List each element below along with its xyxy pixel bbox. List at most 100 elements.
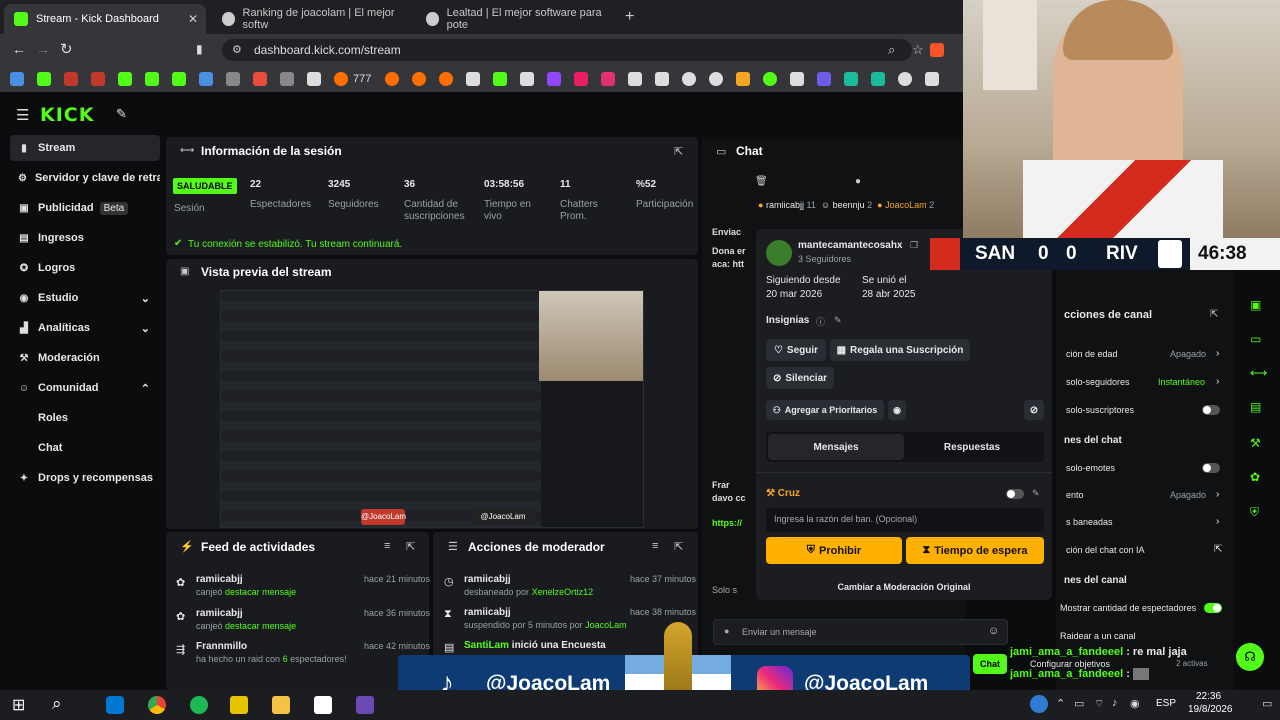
top-user[interactable]: beennju: [833, 200, 865, 210]
app-tray-icon[interactable]: [1030, 695, 1048, 713]
kick-logo[interactable]: KICK: [40, 104, 94, 126]
chrome-icon[interactable]: [148, 696, 166, 714]
tab-replies[interactable]: Respuestas: [904, 434, 1040, 460]
windows-start-icon[interactable]: ⊞: [12, 695, 25, 715]
close-icon[interactable]: ✕: [188, 12, 198, 26]
toolbar-icon[interactable]: ▤: [1250, 400, 1261, 414]
brave-icon[interactable]: [930, 43, 944, 57]
viewer-count-toggle[interactable]: [1204, 603, 1222, 613]
site-info-icon[interactable]: ⚙: [232, 43, 242, 56]
trash-icon[interactable]: 🗑: [755, 176, 768, 187]
popout-icon[interactable]: ⇱: [406, 540, 415, 553]
sidebar-item-drops[interactable]: ✦ Drops y recompensas: [10, 465, 160, 491]
app-icon[interactable]: [356, 696, 374, 714]
tab-stream[interactable]: Stream - Kick Dashboard ✕: [4, 4, 206, 34]
subs-only-toggle[interactable]: [1202, 405, 1220, 415]
capcut-icon[interactable]: [314, 696, 332, 714]
mod-user[interactable]: SantiLam: [464, 640, 509, 651]
copy-icon[interactable]: ❐: [910, 240, 918, 251]
prohibit-button[interactable]: ⛨ Prohibir: [766, 537, 902, 564]
popout-icon[interactable]: ⇱: [674, 145, 683, 158]
chevron-up-icon[interactable]: ⌃: [1056, 697, 1065, 710]
zoom-icon[interactable]: ⌕: [888, 42, 895, 58]
toolbar-icon[interactable]: ⟷: [1250, 366, 1267, 380]
bookmark-icon[interactable]: ▮: [196, 42, 203, 56]
sidebar-item-stream[interactable]: ▮ Stream: [10, 135, 160, 161]
usercard-name[interactable]: mantecamantecosahx: [798, 240, 903, 251]
stream-preview[interactable]: @JoacoLam @JoacoLam: [220, 290, 644, 528]
feed-user[interactable]: Frannmillo: [196, 641, 247, 652]
help-icon[interactable]: ☊: [1236, 643, 1264, 671]
sidebar-item-community[interactable]: ☺ Comunidad ⌃: [10, 375, 160, 401]
chevron-right-icon[interactable]: ›: [1216, 516, 1219, 527]
chevron-right-icon[interactable]: ›: [1216, 489, 1219, 500]
setting-label[interactable]: Raidear a un canal: [1060, 631, 1136, 641]
toolbar-icon[interactable]: ▣: [1250, 298, 1261, 312]
setting-value[interactable]: Instantáneo: [1158, 377, 1205, 387]
mute-button[interactable]: ⊘ Silenciar: [766, 367, 834, 389]
toolbar-icon[interactable]: ⚒: [1250, 436, 1261, 450]
tab-lealtad[interactable]: Lealtad | El mejor software para pote: [416, 4, 618, 34]
clock-time[interactable]: 22:36: [1196, 691, 1221, 702]
priority-button[interactable]: ⚇ Agregar a Prioritarios: [766, 400, 884, 420]
chat-bubble-icon[interactable]: ●: [855, 176, 861, 187]
star-icon[interactable]: ☆: [912, 42, 924, 58]
sidebar-item-roles[interactable]: Roles: [10, 405, 160, 431]
top-user[interactable]: ramiicabjj: [766, 200, 804, 210]
setting-value[interactable]: Apagado: [1170, 349, 1206, 359]
sidebar-item-income[interactable]: ▤ Ingresos: [10, 225, 160, 251]
folder-icon[interactable]: [272, 696, 290, 714]
sidebar-item-achievements[interactable]: ✪ Logros: [10, 255, 160, 281]
app-icon[interactable]: [106, 696, 124, 714]
notifications-icon[interactable]: ▭: [1262, 697, 1272, 710]
ban-toggle[interactable]: [1006, 489, 1024, 499]
chevron-right-icon[interactable]: ›: [1216, 376, 1219, 387]
volume-icon[interactable]: ♪: [1112, 697, 1118, 709]
language-indicator[interactable]: ESP: [1156, 698, 1176, 709]
tab-messages[interactable]: Mensajes: [768, 434, 904, 460]
sidebar-item-server[interactable]: ⚙ Servidor y clave de retran: [10, 165, 160, 191]
ban-icon[interactable]: ⊘: [1024, 400, 1044, 420]
chat-send-button[interactable]: Chat: [973, 654, 1007, 674]
top-user[interactable]: JoacoLam: [885, 200, 927, 210]
toolbar-icon[interactable]: ▭: [1250, 332, 1261, 346]
new-tab-icon[interactable]: +: [625, 8, 634, 26]
app-icon[interactable]: [230, 696, 248, 714]
mod-user[interactable]: ramiicabjj: [464, 607, 511, 618]
mod-user[interactable]: ramiicabjj: [464, 574, 511, 585]
sidebar-item-chat[interactable]: Chat: [10, 435, 160, 461]
toolbar-icon[interactable]: ⛨: [1250, 505, 1259, 520]
edit-icon[interactable]: ✎: [834, 315, 842, 326]
menu-icon[interactable]: ☰: [16, 106, 29, 124]
ban-reason-input[interactable]: Ingresa la razón del ban. (Opcional): [766, 508, 1044, 532]
follow-button[interactable]: ♡ Seguir: [766, 339, 826, 361]
reload-icon[interactable]: ↻: [60, 40, 73, 58]
toolbar-icon[interactable]: ✿: [1250, 470, 1260, 484]
edit-icon[interactable]: ✎: [1032, 488, 1040, 499]
filter-icon[interactable]: ≡: [652, 540, 658, 552]
emoji-icon[interactable]: ☺: [988, 625, 999, 637]
sidebar-item-ads[interactable]: ▣ Publicidad Beta: [10, 195, 160, 221]
emotes-only-toggle[interactable]: [1202, 463, 1220, 473]
feed-user[interactable]: ramiicabjj: [196, 608, 243, 619]
setting-value[interactable]: Apagado: [1170, 490, 1206, 500]
search-icon[interactable]: ⌕: [52, 694, 62, 714]
eye-icon[interactable]: ◉: [888, 400, 906, 420]
sidebar-item-studio[interactable]: ◉ Estudio ⌄: [10, 285, 160, 311]
url-field[interactable]: dashboard.kick.com/stream: [222, 39, 912, 61]
chevron-right-icon[interactable]: ›: [1216, 348, 1219, 359]
popout-icon[interactable]: ⇱: [674, 540, 683, 553]
feed-user[interactable]: ramiicabjj: [196, 574, 243, 585]
filter-icon[interactable]: ≡: [384, 540, 390, 552]
forward-icon[interactable]: →: [36, 41, 50, 57]
gift-sub-button[interactable]: ▦ Regala una Suscripción: [830, 339, 970, 361]
sidebar-item-analytics[interactable]: ▟ Analíticas ⌄: [10, 315, 160, 341]
clock-date[interactable]: 19/8/2026: [1188, 704, 1233, 715]
popout-icon[interactable]: ⇱: [1210, 309, 1218, 320]
popout-icon[interactable]: ⇱: [1214, 544, 1222, 555]
spotify-icon[interactable]: [190, 696, 208, 714]
timeout-button[interactable]: ⧗ Tiempo de espera: [906, 537, 1044, 564]
back-icon[interactable]: ←: [12, 41, 26, 57]
pin-icon[interactable]: ✎: [116, 106, 127, 122]
sidebar-item-moderation[interactable]: ⚒ Moderación: [10, 345, 160, 371]
